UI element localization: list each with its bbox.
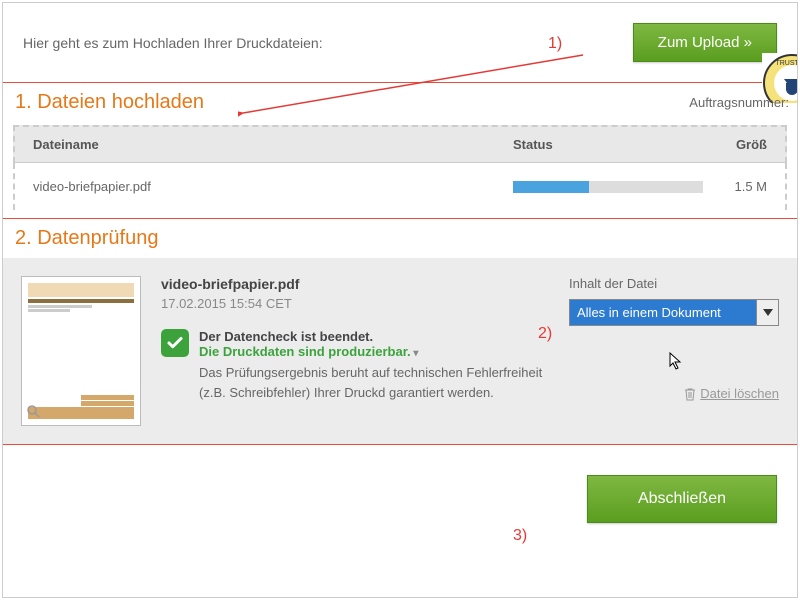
- col-header-name: Dateiname: [33, 137, 513, 152]
- chevron-down-icon[interactable]: [756, 300, 778, 325]
- svg-text:TRUSTED: TRUSTED: [775, 60, 797, 67]
- checked-file-date: 17.02.2015 15:54 CET: [161, 296, 549, 311]
- file-name-cell: video-briefpapier.pdf: [33, 179, 513, 194]
- section2-title: 2. Datenprüfung: [3, 219, 797, 256]
- file-table-header: Dateiname Status Größ: [13, 125, 787, 163]
- annotation-3: 3): [513, 527, 527, 545]
- file-thumbnail[interactable]: [21, 276, 141, 426]
- order-number-label: Auftragsnummer:: [689, 95, 789, 110]
- check-status-line2[interactable]: Die Druckdaten sind produzierbar.: [199, 344, 549, 359]
- cursor-icon: [668, 351, 684, 374]
- upload-prompt-text: Hier geht es zum Hochladen Ihrer Druckda…: [23, 35, 323, 51]
- file-size-cell: 1.5 M: [713, 179, 767, 194]
- magnify-icon[interactable]: [26, 404, 40, 421]
- upload-button[interactable]: Zum Upload »: [633, 23, 777, 62]
- col-header-size: Größ: [713, 137, 767, 152]
- select-value: Alles in einem Dokument: [570, 300, 756, 325]
- checkmark-icon: [161, 329, 189, 357]
- checked-file-name: video-briefpapier.pdf: [161, 276, 549, 292]
- finish-button[interactable]: Abschließen: [587, 475, 777, 523]
- file-content-label: Inhalt der Datei: [569, 276, 779, 291]
- delete-file-link[interactable]: Datei löschen: [684, 386, 779, 401]
- file-table-row: video-briefpapier.pdf 1.5 M: [13, 163, 787, 210]
- file-content-select[interactable]: Alles in einem Dokument: [569, 299, 779, 326]
- upload-progress-bar: [513, 181, 703, 193]
- check-status-line1: Der Datencheck ist beendet.: [199, 329, 549, 344]
- annotation-2: 2): [538, 325, 552, 343]
- file-status-cell: [513, 181, 713, 193]
- check-status-line3: Das Prüfungsergebnis beruht auf technisc…: [199, 363, 549, 402]
- col-header-status: Status: [513, 137, 713, 152]
- trash-icon: [684, 387, 696, 401]
- annotation-1: 1): [548, 35, 562, 53]
- section1-title: 1. Dateien hochladen: [3, 83, 797, 120]
